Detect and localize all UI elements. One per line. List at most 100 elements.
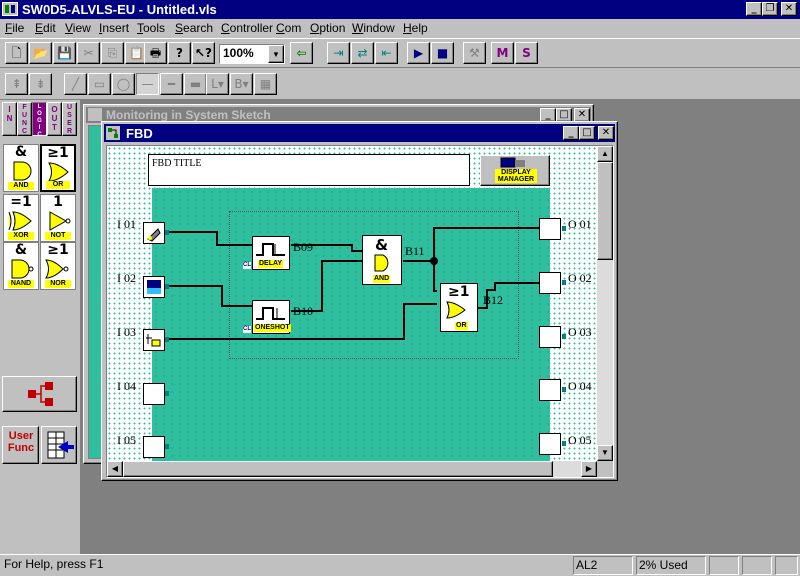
- menu-file[interactable]: File: [5, 20, 24, 37]
- palette-tab-user[interactable]: USER: [62, 102, 77, 136]
- output-pin[interactable]: [562, 226, 566, 231]
- delay-block[interactable]: DELAY: [252, 236, 290, 270]
- output-pin[interactable]: [562, 280, 566, 285]
- fbd-tree-button[interactable]: [2, 376, 77, 412]
- menu-option[interactable]: Option: [310, 20, 345, 37]
- monitor-maximize-button[interactable]: □: [556, 108, 572, 122]
- context-help-icon[interactable]: ↖?: [192, 42, 215, 64]
- menu-controller[interactable]: Controller: [221, 20, 273, 37]
- close-button[interactable]: ✕: [781, 2, 797, 16]
- zoom-dropdown-icon[interactable]: ▼: [268, 45, 284, 63]
- scroll-down-icon[interactable]: ▼: [597, 445, 613, 461]
- palette-block-nor[interactable]: ≥1 NOR: [40, 242, 76, 290]
- scroll-up-icon[interactable]: ▲: [597, 146, 613, 162]
- new-file-icon[interactable]: 🗋: [5, 42, 28, 64]
- input-i01-box[interactable]: [143, 222, 165, 244]
- input-pin[interactable]: [165, 284, 169, 289]
- line-thin-icon[interactable]: —: [136, 73, 159, 95]
- print-icon[interactable]: 🖶: [144, 42, 167, 64]
- output-o04-box[interactable]: [539, 379, 561, 401]
- menu-edit[interactable]: Edit: [35, 20, 56, 37]
- app-icon[interactable]: [2, 2, 18, 16]
- tool-icon[interactable]: ⚒: [463, 42, 486, 64]
- fbd-maximize-button[interactable]: □: [579, 126, 595, 140]
- save-icon[interactable]: 💾: [53, 42, 76, 64]
- output-o05-box[interactable]: [539, 433, 561, 455]
- palette-tab-out[interactable]: OUT: [47, 102, 62, 136]
- fbd-window[interactable]: FBD _ □ ✕ FBD TITLE DISPLAY MANAGER I 01…: [101, 121, 618, 481]
- monitor-close-button[interactable]: ✕: [574, 108, 590, 122]
- border-style-icon[interactable]: B▾: [230, 73, 253, 95]
- output-o03-box[interactable]: [539, 326, 561, 348]
- write-to-plc-icon[interactable]: ⇤: [375, 42, 398, 64]
- and-block[interactable]: & AND: [362, 235, 402, 285]
- monitor-m-icon[interactable]: M: [491, 42, 514, 64]
- output-o01-box[interactable]: [539, 218, 561, 240]
- input-i02-box[interactable]: [143, 276, 165, 298]
- ellipse-tool-icon[interactable]: ◯: [112, 73, 135, 95]
- palette-tab-func[interactable]: FUNC: [17, 102, 32, 136]
- restore-button[interactable]: ❐: [762, 2, 778, 16]
- monitor-minimize-button[interactable]: _: [540, 108, 556, 122]
- palette-block-xor[interactable]: =1 XOR: [3, 194, 39, 242]
- or-block[interactable]: ≥1 OR: [440, 283, 478, 332]
- copy-icon[interactable]: ⎘: [101, 42, 124, 64]
- line-medium-icon[interactable]: ━: [160, 73, 183, 95]
- grid-icon[interactable]: ▦: [254, 73, 277, 95]
- simulation-stop-icon[interactable]: ■: [431, 42, 454, 64]
- user-func-edit-button[interactable]: [41, 426, 77, 464]
- input-pin[interactable]: [165, 391, 169, 396]
- menu-tools[interactable]: Tools: [137, 20, 165, 37]
- align-top-icon[interactable]: ⇞: [5, 73, 28, 95]
- scroll-right-icon[interactable]: ▶: [581, 461, 597, 477]
- monitor-s-icon[interactable]: S: [515, 42, 538, 64]
- line-tool-icon[interactable]: ╱: [64, 73, 87, 95]
- palette-block-or[interactable]: ≥1 OR: [40, 144, 76, 192]
- menu-help[interactable]: Help: [403, 20, 428, 37]
- fbd-close-button[interactable]: ✕: [598, 126, 614, 140]
- scroll-left-icon[interactable]: ◀: [107, 461, 123, 477]
- fbd-vertical-scrollbar[interactable]: ▲ ▼: [597, 146, 613, 461]
- input-pin[interactable]: [165, 444, 169, 449]
- help-icon[interactable]: ?: [168, 42, 191, 64]
- fbd-minimize-button[interactable]: _: [563, 126, 579, 140]
- user-func-button[interactable]: User Func: [2, 426, 39, 464]
- line-style-icon[interactable]: L▾: [206, 73, 229, 95]
- input-i05-box[interactable]: [143, 436, 165, 458]
- menu-window[interactable]: Window: [352, 20, 395, 37]
- zoom-apply-icon[interactable]: ⇦: [290, 42, 313, 64]
- line-thick-icon[interactable]: ▬: [184, 73, 207, 95]
- output-o02-box[interactable]: [539, 272, 561, 294]
- scroll-thumb-vertical[interactable]: [597, 162, 613, 260]
- menu-com[interactable]: Com: [276, 20, 301, 37]
- scroll-thumb-horizontal[interactable]: [123, 461, 553, 477]
- zoom-select[interactable]: 100% ▼: [219, 44, 285, 64]
- input-i03-box[interactable]: [143, 329, 165, 351]
- menu-view[interactable]: View: [65, 20, 91, 37]
- input-pin[interactable]: [165, 337, 169, 342]
- fbd-horizontal-scrollbar[interactable]: ◀ ▶: [107, 461, 597, 477]
- output-pin[interactable]: [562, 387, 566, 392]
- input-i04-box[interactable]: [143, 383, 165, 405]
- oneshot-block[interactable]: ONESHOT: [252, 300, 291, 334]
- fbd-window-titlebar[interactable]: FBD _ □ ✕: [104, 124, 615, 142]
- simulation-start-icon[interactable]: ▶: [407, 42, 430, 64]
- palette-block-not[interactable]: 1 NOT: [40, 194, 76, 242]
- app-title-bar[interactable]: SW0D5-ALVLS-EU - Untitled.vls _ ❐ ✕: [0, 0, 800, 19]
- align-bottom-icon[interactable]: ⇟: [29, 73, 52, 95]
- menu-search[interactable]: Search: [175, 20, 213, 37]
- verify-icon[interactable]: ⇄: [351, 42, 374, 64]
- output-pin[interactable]: [562, 441, 566, 446]
- cut-icon[interactable]: ✂: [77, 42, 100, 64]
- palette-block-nand[interactable]: & NAND: [3, 242, 39, 290]
- open-folder-icon[interactable]: 📂: [29, 42, 52, 64]
- menu-insert[interactable]: Insert: [99, 20, 129, 37]
- palette-block-and[interactable]: & AND: [3, 144, 39, 192]
- minimize-button[interactable]: _: [746, 2, 762, 16]
- input-pin[interactable]: [165, 230, 169, 235]
- rectangle-tool-icon[interactable]: ▭: [88, 73, 111, 95]
- output-pin[interactable]: [562, 334, 566, 339]
- read-from-plc-icon[interactable]: ⇥: [327, 42, 350, 64]
- palette-tab-in[interactable]: IN: [2, 102, 17, 136]
- palette-tab-logic[interactable]: LOGIC: [32, 102, 47, 138]
